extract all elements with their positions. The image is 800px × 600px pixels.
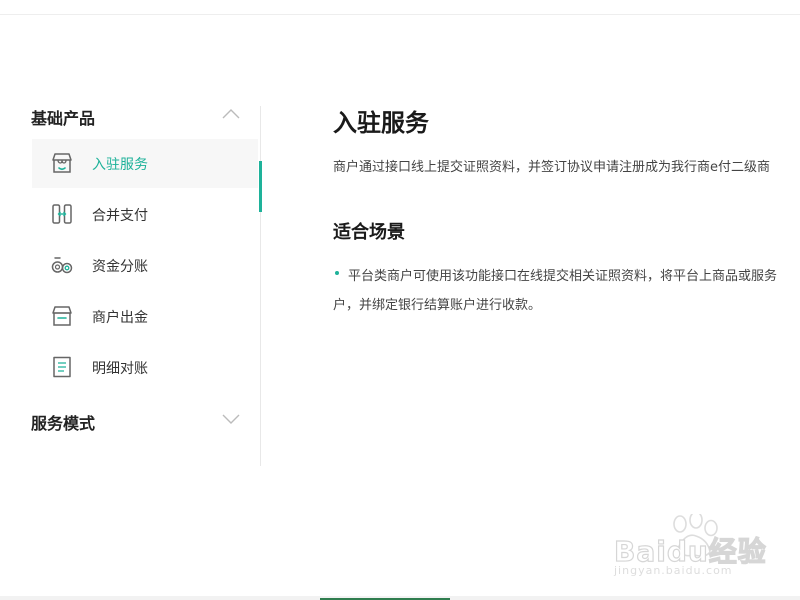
main-content: 入驻服务 商户通过接口线上提交证照资料，并签订协议申请注册成为我行商e付二级商 … xyxy=(333,0,800,600)
intro-text: 商户通过接口线上提交证照资料，并签订协议申请注册成为我行商e付二级商 xyxy=(333,160,770,175)
sidebar-item-detail-reconciliation[interactable]: 明细对账 xyxy=(32,343,258,392)
merchant-withdraw-icon xyxy=(52,306,72,326)
group-header-service-mode[interactable]: 服务模式 xyxy=(0,401,258,441)
bullet-dot xyxy=(335,271,339,275)
sidebar-item-label: 合并支付 xyxy=(92,208,148,224)
sidebar-item-merged-payment[interactable]: 合并支付 xyxy=(32,190,258,239)
sidebar-item-onboarding-service[interactable]: 入驻服务 xyxy=(32,139,258,188)
sidebar-item-label: 资金分账 xyxy=(92,259,148,275)
chevron-up-icon[interactable] xyxy=(221,104,241,124)
group-title: 基础产品 xyxy=(31,109,96,128)
sidebar-item-fund-split[interactable]: 资金分账 xyxy=(32,241,258,290)
page-title: 入驻服务 xyxy=(333,109,429,137)
receipt-icon xyxy=(53,356,71,378)
group-title: 服务模式 xyxy=(31,414,96,433)
watermark-url: jingyan.baidu.com xyxy=(614,564,733,577)
group-header-basic-products[interactable]: 基础产品 xyxy=(0,96,258,136)
chevron-down-icon[interactable] xyxy=(221,409,241,429)
store-icon xyxy=(52,153,72,173)
scenario-text-line: 户，并绑定银行结算账户进行收款。 xyxy=(333,298,542,313)
sidebar-item-label: 入驻服务 xyxy=(92,157,148,173)
sidebar-item-merchant-withdrawal[interactable]: 商户出金 xyxy=(32,292,258,341)
sidebar-nav: 基础产品 入驻服务 合并支付 资金分账 商户出金 明细对账 服务模式 xyxy=(0,0,262,600)
baidu-jingyan-watermark: Baidu经验 jingyan.baidu.com xyxy=(612,514,782,584)
active-item-indicator xyxy=(259,161,262,212)
sidebar-item-label: 商户出金 xyxy=(92,310,148,326)
sidebar-item-label: 明细对账 xyxy=(92,361,148,377)
section-title: 适合场景 xyxy=(333,222,405,243)
fund-split-icon xyxy=(51,257,73,274)
scenario-text-line: 平台类商户可使用该功能接口在线提交相关证照资料，将平台上商品或服务 xyxy=(348,269,778,284)
merge-payment-icon xyxy=(52,204,72,224)
sidebar-divider xyxy=(260,106,261,466)
